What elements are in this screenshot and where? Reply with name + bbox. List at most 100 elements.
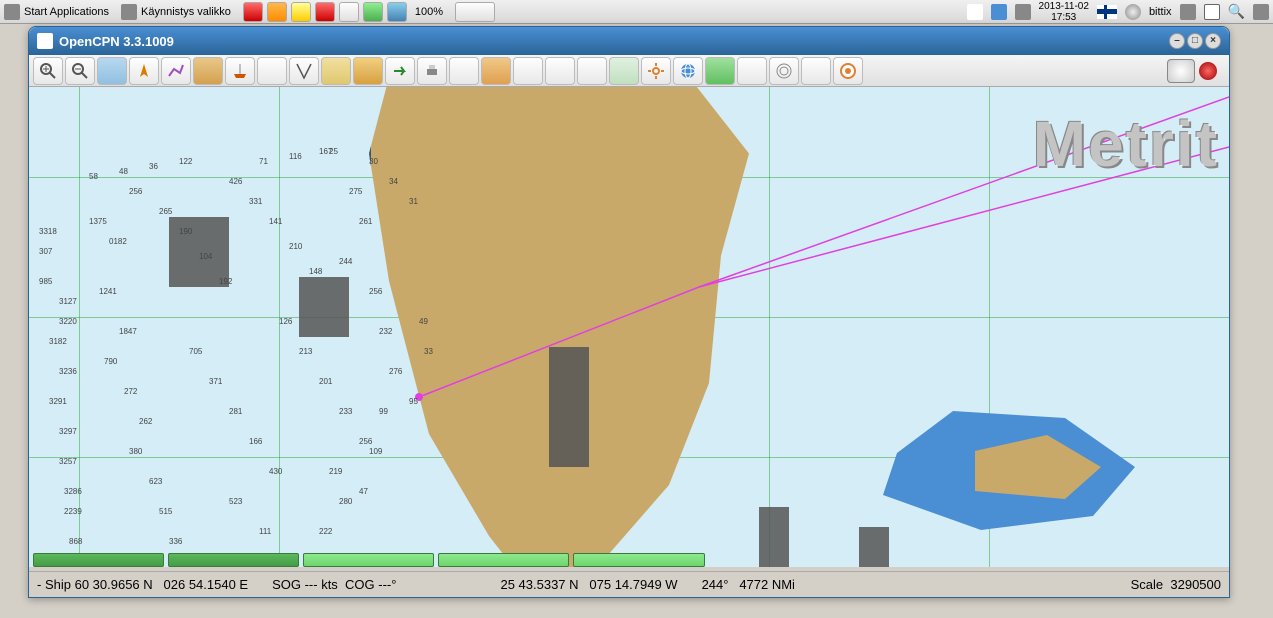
chart-segment[interactable]	[573, 553, 704, 567]
accessibility-icon[interactable]	[991, 4, 1007, 20]
weather-icon[interactable]	[737, 57, 767, 85]
depth-value: 3257	[59, 457, 77, 466]
ais-list-icon[interactable]	[545, 57, 575, 85]
depth-value: 281	[229, 407, 242, 416]
chart-segment[interactable]	[168, 553, 299, 567]
logout-icon[interactable]	[1204, 4, 1220, 20]
calc-icon[interactable]	[705, 57, 735, 85]
chart-segment[interactable]	[33, 553, 164, 567]
dashboard-icon[interactable]	[801, 57, 831, 85]
depth-value: 58	[89, 172, 98, 181]
depth-value: 166	[249, 437, 262, 446]
route-icon[interactable]	[161, 57, 191, 85]
depth-value: 1375	[89, 217, 107, 226]
ql-scissors-icon[interactable]	[267, 2, 287, 22]
tray-app-icon[interactable]	[1253, 4, 1269, 20]
boat-icon[interactable]	[225, 57, 255, 85]
zoom-in-icon[interactable]	[33, 57, 63, 85]
start-apps-label: Start Applications	[24, 6, 109, 18]
toolbar-right	[1167, 59, 1225, 83]
depth-value: 49	[419, 317, 428, 326]
depth-value: 280	[339, 497, 352, 506]
status-cursor: 25 43.5337 N 075 14.7949 W	[500, 577, 677, 592]
zoom-label: 100%	[415, 6, 443, 18]
radar-icon[interactable]	[769, 57, 799, 85]
ql-files-icon[interactable]	[291, 2, 311, 22]
depth-value: 34	[389, 177, 398, 186]
depth-value: 705	[189, 347, 202, 356]
depth-value: 192	[219, 277, 232, 286]
compass-icon[interactable]	[1167, 59, 1195, 83]
os-taskbar: Start Applications Käynnistys valikko 10…	[0, 0, 1273, 24]
depth-value: 201	[319, 377, 332, 386]
ais-icon[interactable]	[481, 57, 511, 85]
print-icon[interactable]	[417, 57, 447, 85]
menu-icon	[121, 4, 137, 20]
chart-outline-icon[interactable]	[609, 57, 639, 85]
chart-mode-icon[interactable]	[257, 57, 287, 85]
tray-opencpn-icon[interactable]	[1015, 4, 1031, 20]
measure-icon[interactable]	[289, 57, 319, 85]
depth-value: 3127	[59, 297, 77, 306]
depth-value: 244	[339, 257, 352, 266]
chart-tile	[299, 277, 349, 337]
close-button[interactable]: ×	[1205, 33, 1221, 49]
depth-value: 47	[359, 487, 368, 496]
menu-group[interactable]: Käynnistys valikko	[121, 4, 231, 20]
currents-icon[interactable]	[385, 57, 415, 85]
depth-value: 190	[179, 227, 192, 236]
grid-line	[769, 87, 770, 567]
user-label: bittix	[1149, 6, 1172, 18]
depth-value: 213	[299, 347, 312, 356]
chart-segment[interactable]	[303, 553, 434, 567]
titlebar[interactable]: OpenCPN 3.3.1009 – □ ×	[29, 27, 1229, 55]
depth-value: 426	[229, 177, 242, 186]
ql-opencpn-icon[interactable]	[455, 2, 495, 22]
settings-icon[interactable]	[641, 57, 671, 85]
ownship-icon[interactable]	[129, 57, 159, 85]
search-icon[interactable]: 🔍	[1228, 3, 1245, 20]
depth-value: 210	[289, 242, 302, 251]
chart-canvas[interactable]: Metrit 331830798531273220318232363291329…	[29, 87, 1229, 567]
chart-bar-row	[33, 553, 1225, 569]
start-apps-group[interactable]: Start Applications	[4, 4, 109, 20]
window-controls: – □ ×	[1169, 33, 1221, 49]
globe-icon[interactable]	[673, 57, 703, 85]
landmass-florida	[369, 87, 769, 567]
ql-icon-1[interactable]	[243, 2, 263, 22]
zoom-out-icon[interactable]	[65, 57, 95, 85]
depth-value: 25	[329, 147, 338, 156]
depth-value: 380	[129, 447, 142, 456]
clock[interactable]: 2013-11-02 17:53	[1039, 1, 1089, 23]
tides-icon[interactable]	[353, 57, 383, 85]
track-icon[interactable]	[193, 57, 223, 85]
scale-icon[interactable]	[97, 57, 127, 85]
mail-icon[interactable]	[967, 4, 983, 20]
maximize-button[interactable]: □	[1187, 33, 1203, 49]
chart-segment[interactable]	[438, 553, 569, 567]
app-icon	[37, 33, 53, 49]
depth-value: 232	[379, 327, 392, 336]
wifi-icon[interactable]	[1180, 4, 1196, 20]
help-icon[interactable]	[833, 57, 863, 85]
ql-icon-6[interactable]	[363, 2, 383, 22]
ql-disk-icon[interactable]	[387, 2, 407, 22]
depth-value: 256	[129, 187, 142, 196]
depth-value: 104	[199, 252, 212, 261]
protractor-icon[interactable]	[321, 57, 351, 85]
status-scale: Scale 3290500	[1131, 577, 1221, 592]
chart-bar-icon[interactable]	[577, 57, 607, 85]
globe-tray-icon[interactable]	[1125, 4, 1141, 20]
depth-value: 272	[124, 387, 137, 396]
ql-pen-icon[interactable]	[339, 2, 359, 22]
mob-icon[interactable]	[513, 57, 543, 85]
depth-value: 261	[359, 217, 372, 226]
ql-icon-4[interactable]	[315, 2, 335, 22]
window-title: OpenCPN 3.3.1009	[59, 34, 174, 49]
depth-value: 148	[309, 267, 322, 276]
minimize-button[interactable]: –	[1169, 33, 1185, 49]
depth-value: 3286	[64, 487, 82, 496]
depth-value: 515	[159, 507, 172, 516]
depth-value: 623	[149, 477, 162, 486]
text-icon[interactable]	[449, 57, 479, 85]
